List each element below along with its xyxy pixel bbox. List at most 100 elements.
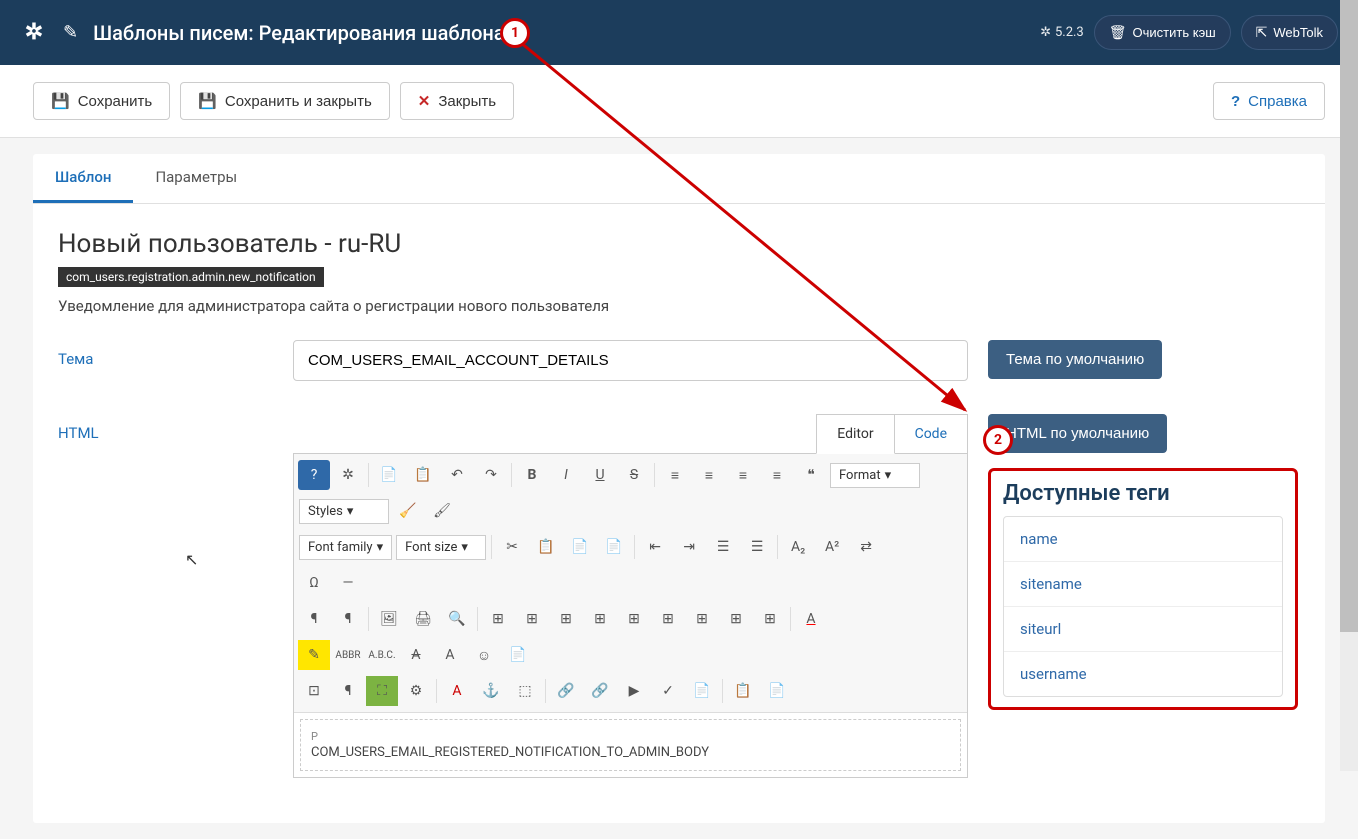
tag-item[interactable]: username bbox=[1004, 652, 1282, 696]
module-icon[interactable]: ⬚ bbox=[509, 676, 541, 706]
editor-content-area[interactable]: P COM_USERS_EMAIL_REGISTERED_NOTIFICATIO… bbox=[300, 719, 961, 771]
split-icon[interactable]: ⊞ bbox=[754, 604, 786, 634]
ltr-icon[interactable]: ¶ bbox=[298, 604, 330, 634]
code-icon[interactable]: ⚙ bbox=[400, 676, 432, 706]
help-button[interactable]: ?Справка bbox=[1213, 82, 1325, 120]
newdoc-icon[interactable]: 📄 bbox=[373, 460, 405, 490]
preview-icon[interactable]: 📄 bbox=[502, 640, 534, 670]
list-ol-icon[interactable]: ☰ bbox=[741, 532, 773, 562]
tag-item[interactable]: sitename bbox=[1004, 562, 1282, 607]
brush-icon[interactable]: 🖌 bbox=[426, 496, 458, 526]
copy2-icon[interactable]: 📋 bbox=[530, 532, 562, 562]
close-icon: ✕ bbox=[418, 92, 431, 110]
row-before-icon[interactable]: ⊞ bbox=[516, 604, 548, 634]
template-icon[interactable]: 📋 bbox=[727, 676, 759, 706]
default-html-button[interactable]: HTML по умолчанию bbox=[988, 414, 1167, 453]
remove-format-icon[interactable]: A bbox=[400, 640, 432, 670]
paste-icon[interactable]: 📄 bbox=[564, 532, 596, 562]
image-icon[interactable]: 🖼 bbox=[373, 604, 405, 634]
joomla-tool-icon[interactable]: ✲ bbox=[332, 460, 364, 490]
font-size-select[interactable]: Font size ▾ bbox=[396, 535, 486, 560]
close-button[interactable]: ✕Закрыть bbox=[400, 82, 514, 120]
tag-item[interactable]: siteurl bbox=[1004, 607, 1282, 652]
hr-icon[interactable]: — bbox=[332, 568, 364, 598]
redo-icon[interactable]: ↷ bbox=[475, 460, 507, 490]
clear-cache-button[interactable]: 🗑Очистить кэш bbox=[1094, 15, 1231, 50]
annotation-badge-2: 2 bbox=[983, 425, 1013, 455]
rtl-icon[interactable]: ¶ bbox=[332, 604, 364, 634]
spellcheck-icon[interactable]: ✓ bbox=[652, 676, 684, 706]
list-ul-icon[interactable]: ☰ bbox=[707, 532, 739, 562]
webtolk-button[interactable]: ⇱WebTolk bbox=[1241, 15, 1338, 50]
underline-icon[interactable]: U bbox=[584, 460, 616, 490]
subject-input[interactable] bbox=[293, 340, 968, 381]
font-a-icon[interactable]: A bbox=[441, 676, 473, 706]
media-icon[interactable]: ▶ bbox=[618, 676, 650, 706]
link-icon[interactable]: 🔗 bbox=[550, 676, 582, 706]
undo-icon[interactable]: ↶ bbox=[441, 460, 473, 490]
unlink-icon[interactable]: 🔗 bbox=[584, 676, 616, 706]
align-left-icon[interactable]: ≡ bbox=[659, 460, 691, 490]
emoji-icon[interactable]: ☺ bbox=[468, 640, 500, 670]
tab-params[interactable]: Параметры bbox=[133, 154, 259, 203]
print-icon[interactable]: 🖨 bbox=[407, 604, 439, 634]
fullscreen-icon[interactable]: ⛶ bbox=[366, 676, 398, 706]
search-icon[interactable]: 🔍 bbox=[441, 604, 473, 634]
sup-icon[interactable]: A² bbox=[816, 532, 848, 562]
bold-icon[interactable]: B bbox=[516, 460, 548, 490]
save-close-button[interactable]: 💾Сохранить и закрыть bbox=[180, 82, 390, 120]
pagebreak-icon[interactable]: 📄 bbox=[761, 676, 793, 706]
default-subject-button[interactable]: Тема по умолчанию bbox=[988, 340, 1162, 379]
quote-icon[interactable]: ❝ bbox=[795, 460, 827, 490]
merge-icon[interactable]: ⊞ bbox=[720, 604, 752, 634]
row-delete-icon[interactable]: ⊞ bbox=[584, 604, 616, 634]
tab-template[interactable]: Шаблон bbox=[33, 154, 133, 203]
cut-icon[interactable]: ✂ bbox=[496, 532, 528, 562]
styles-select[interactable]: Styles ▾ bbox=[299, 499, 389, 524]
pilcrow-icon[interactable]: ¶ bbox=[332, 676, 364, 706]
page-title: Шаблоны писем: Редактирования шаблона bbox=[93, 21, 505, 45]
template-key-badge: com_users.registration.admin.new_notific… bbox=[58, 267, 324, 287]
omega-icon[interactable]: Ω bbox=[298, 568, 330, 598]
tag-item[interactable]: name bbox=[1004, 517, 1282, 562]
paste-text-icon[interactable]: 📄 bbox=[598, 532, 630, 562]
content-card: Шаблон Параметры Новый пользователь - ru… bbox=[33, 154, 1325, 823]
align-center-icon[interactable]: ≡ bbox=[693, 460, 725, 490]
indent-icon[interactable]: ⇥ bbox=[673, 532, 705, 562]
sub-icon[interactable]: A₂ bbox=[782, 532, 814, 562]
trash-icon: 🗑 bbox=[1109, 24, 1127, 41]
outdent-icon[interactable]: ⇤ bbox=[639, 532, 671, 562]
row-after-icon[interactable]: ⊞ bbox=[550, 604, 582, 634]
eraser-icon[interactable]: 🧹 bbox=[392, 496, 424, 526]
help-tool-icon[interactable]: ? bbox=[298, 460, 330, 490]
strike-icon[interactable]: S bbox=[618, 460, 650, 490]
abc-icon[interactable]: A.B.C. bbox=[366, 640, 398, 670]
forecolor-icon[interactable]: A bbox=[795, 604, 827, 634]
table-icon[interactable]: ⊞ bbox=[482, 604, 514, 634]
anchor-icon[interactable]: ⚓ bbox=[475, 676, 507, 706]
content-tag-indicator: P bbox=[311, 730, 950, 743]
copy-icon[interactable]: 📋 bbox=[407, 460, 439, 490]
col-after-icon[interactable]: ⊞ bbox=[652, 604, 684, 634]
direction-icon[interactable]: ⇄ bbox=[850, 532, 882, 562]
scrollbar[interactable] bbox=[1340, 0, 1358, 771]
editor-tab-editor[interactable]: Editor bbox=[816, 414, 894, 454]
abbr-icon[interactable]: ABBR bbox=[332, 640, 364, 670]
highlight-icon[interactable]: ✎ bbox=[298, 640, 330, 670]
font-family-select[interactable]: Font family ▾ bbox=[299, 535, 392, 560]
save-button[interactable]: 💾Сохранить bbox=[33, 82, 170, 120]
text-color-icon[interactable]: A bbox=[434, 640, 466, 670]
scrollbar-thumb[interactable] bbox=[1340, 0, 1358, 632]
document-icon[interactable]: 📄 bbox=[686, 676, 718, 706]
select-all-icon[interactable]: ⊡ bbox=[298, 676, 330, 706]
pencil-icon: ✎ bbox=[63, 22, 78, 43]
col-delete-icon[interactable]: ⊞ bbox=[686, 604, 718, 634]
template-description: Уведомление для администратора сайта о р… bbox=[58, 297, 1300, 315]
col-before-icon[interactable]: ⊞ bbox=[618, 604, 650, 634]
align-right-icon[interactable]: ≡ bbox=[727, 460, 759, 490]
editor-tab-code[interactable]: Code bbox=[895, 414, 968, 454]
save-icon: 💾 bbox=[198, 92, 217, 110]
format-select[interactable]: Format ▾ bbox=[830, 463, 920, 488]
italic-icon[interactable]: I bbox=[550, 460, 582, 490]
align-justify-icon[interactable]: ≡ bbox=[761, 460, 793, 490]
